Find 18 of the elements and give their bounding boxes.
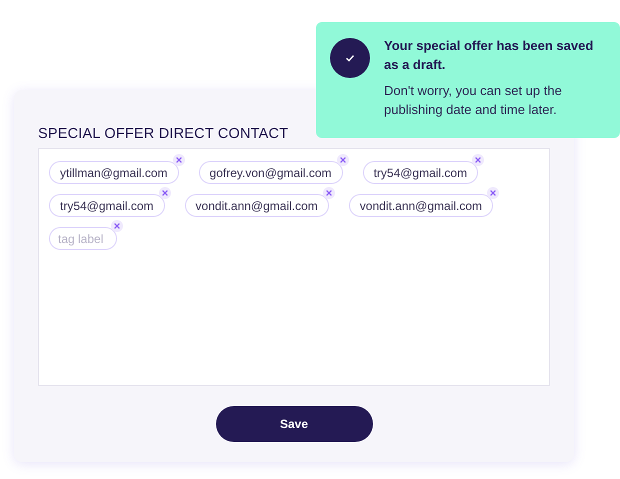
remove-icon[interactable] <box>158 187 171 199</box>
toast-message: Don't worry, you can set up the publishing date and time later. <box>384 82 563 119</box>
check-icon <box>330 38 370 78</box>
remove-icon[interactable] <box>111 220 123 232</box>
save-button[interactable]: Save <box>216 406 372 442</box>
remove-icon[interactable] <box>172 154 185 166</box>
remove-icon[interactable] <box>322 187 335 199</box>
email-tag: ytillman@gmail.com <box>49 161 179 184</box>
tags-field[interactable]: ytillman@gmail.com gofrey.von@gmail.com try54@gmail.com try54@gmail.com vondit.ann@gmail.com vondit.ann@gmail.com tag label <box>38 148 550 386</box>
email-tag: vondit.ann@gmail.com <box>184 194 329 217</box>
toast-title: Your special offer has been saved as a draft. <box>384 37 594 74</box>
remove-icon[interactable] <box>487 187 500 199</box>
remove-icon[interactable] <box>472 154 484 166</box>
remove-icon[interactable] <box>336 154 349 166</box>
email-tag: vondit.ann@gmail.com <box>348 194 494 217</box>
email-tag: gofrey.von@gmail.com <box>198 161 343 184</box>
tag-input[interactable]: tag label <box>49 227 117 250</box>
form-title: SPECIAL OFFER DIRECT CONTACT <box>38 125 290 144</box>
